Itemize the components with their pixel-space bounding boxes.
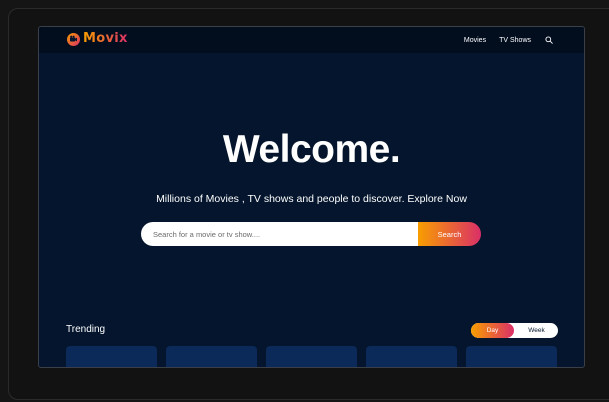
tab-day[interactable]: Day	[471, 323, 514, 338]
navbar: Movix Movies TV Shows	[39, 27, 584, 53]
search-input[interactable]	[141, 222, 418, 246]
search-bar: Search	[141, 222, 481, 246]
nav-item-movies[interactable]: Movies	[464, 37, 486, 44]
section-title: Trending	[66, 324, 106, 335]
movie-card[interactable]	[166, 346, 257, 367]
time-window-switch: Day Week	[471, 323, 558, 338]
film-reel-icon	[67, 32, 80, 46]
logo[interactable]: Movix	[67, 32, 128, 46]
app-window: Movix Movies TV Shows Welcome. Millions …	[38, 26, 585, 368]
movie-card[interactable]	[466, 346, 557, 367]
search-button[interactable]: Search	[418, 222, 481, 246]
hero-banner: Welcome. Millions of Movies , TV shows a…	[39, 53, 584, 323]
screen: Movix Movies TV Shows Welcome. Millions …	[0, 0, 609, 402]
tab-week[interactable]: Week	[515, 323, 558, 338]
nav-menu: Movies TV Shows	[464, 27, 554, 53]
nav-item-tv-shows[interactable]: TV Shows	[499, 37, 531, 44]
movie-card[interactable]	[266, 346, 357, 367]
movie-card[interactable]	[366, 346, 457, 367]
movie-card[interactable]	[66, 346, 157, 367]
hero-title: Welcome.	[222, 128, 401, 171]
search-icon[interactable]	[544, 35, 554, 45]
hero-subtitle: Millions of Movies , TV shows and people…	[156, 193, 467, 205]
brand-name: Movix	[83, 31, 128, 46]
trending-section: Trending Day Week	[39, 321, 584, 367]
